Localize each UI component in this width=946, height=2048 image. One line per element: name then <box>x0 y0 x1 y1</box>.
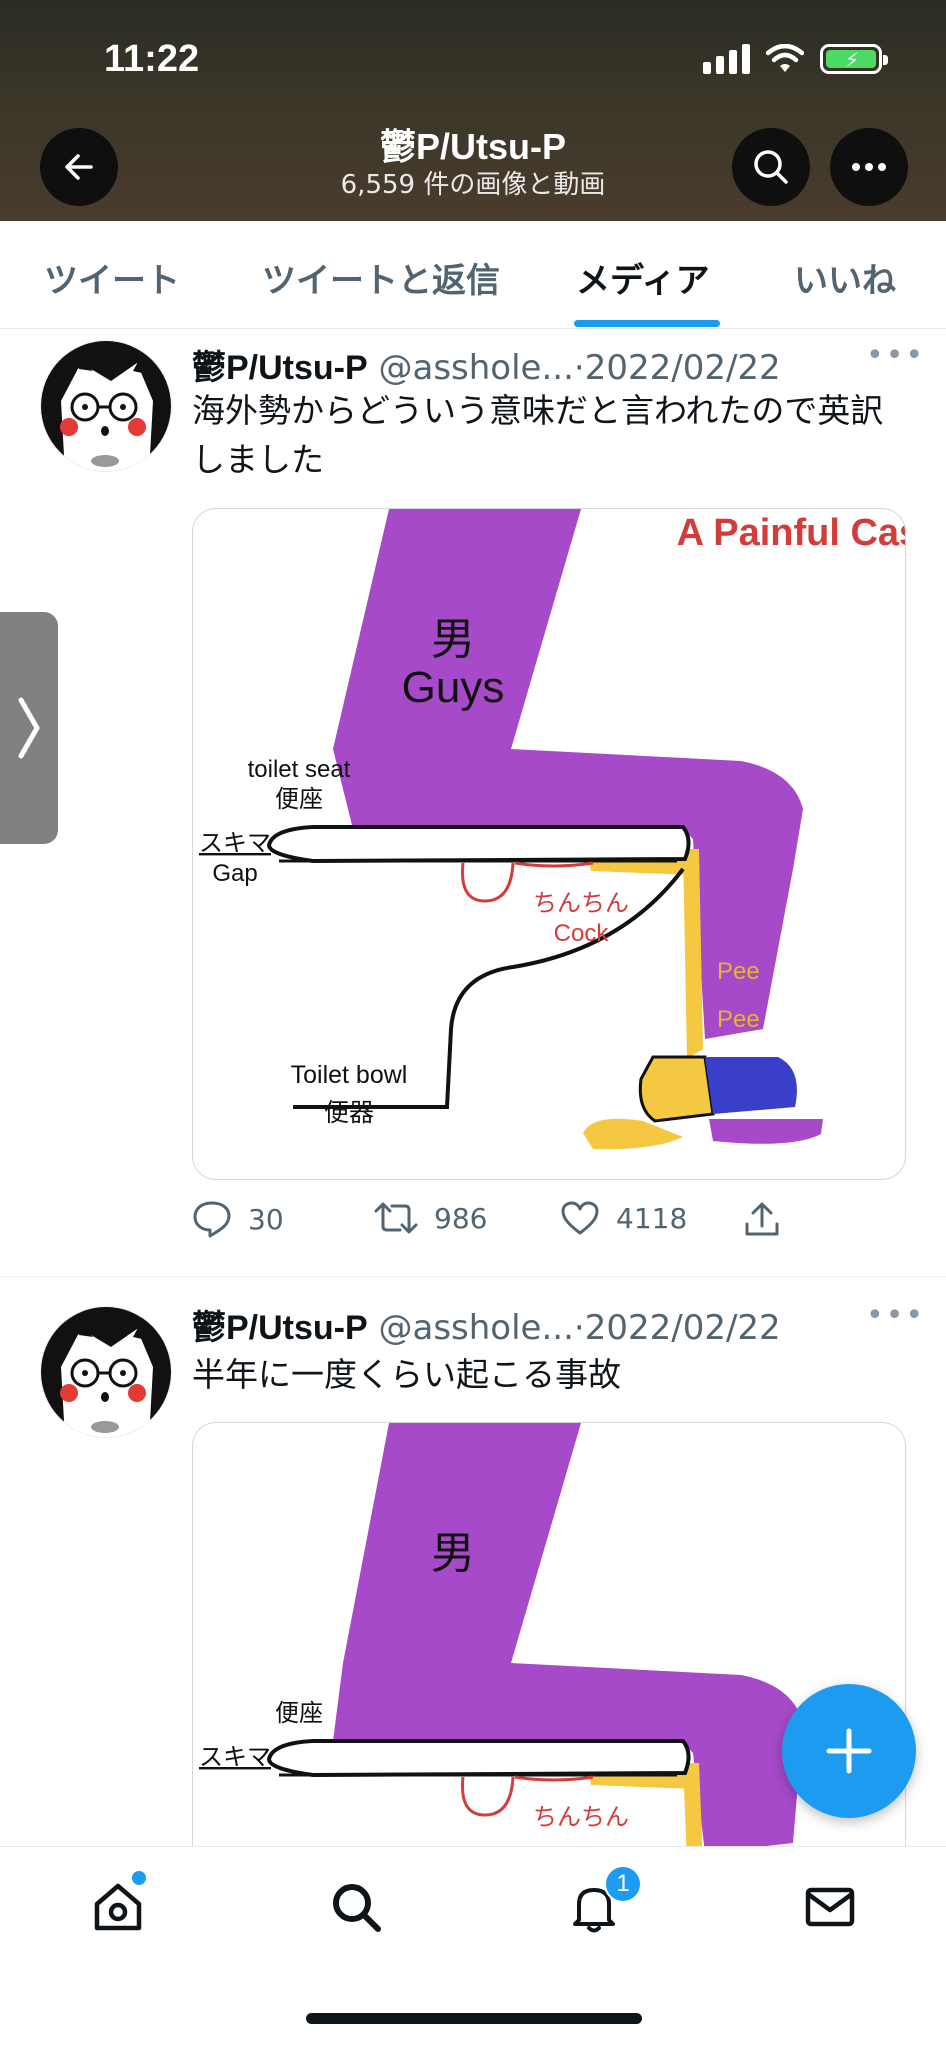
label-seat-en: toilet seat <box>248 756 351 783</box>
mail-icon <box>805 1887 855 1927</box>
search-icon <box>754 150 788 184</box>
home-icon <box>94 1883 142 1931</box>
home-indicator <box>306 2013 642 2024</box>
bottom-navigation: 1 <box>0 1846 946 2048</box>
label-bowl-jp: 便器 <box>324 1098 374 1127</box>
label-cock-en: Cock <box>554 920 610 947</box>
tweet-date[interactable]: 2022/02/22 <box>585 348 781 388</box>
retweet-button[interactable]: 986 <box>374 1200 487 1236</box>
tab-tweets-replies[interactable]: ツイートと返信 <box>262 253 500 302</box>
more-options-button[interactable] <box>830 128 908 206</box>
status-icons: ⚡ <box>703 44 888 74</box>
signal-icon <box>703 44 750 74</box>
status-time: 11:22 <box>104 38 200 80</box>
retweet-count: 986 <box>434 1201 488 1235</box>
tweet-more-button[interactable]: ••• <box>866 338 925 373</box>
like-button[interactable]: 4118 <box>560 1200 687 1236</box>
tweet-text: 海外勢からどういう意味だと言われたので英訳しました <box>192 391 884 479</box>
retweet-icon <box>374 1202 418 1234</box>
heart-icon <box>561 1201 599 1235</box>
tweet-header: 鬱P/Utsu-P @asshole...·2022/02/22 <box>192 340 781 389</box>
label-man-jp: 男 <box>431 614 475 665</box>
active-tab-indicator <box>574 320 720 327</box>
label-man-jp: 男 <box>431 1528 475 1579</box>
wifi-icon <box>766 44 804 72</box>
avatar[interactable] <box>40 340 172 472</box>
reply-count: 30 <box>248 1202 284 1236</box>
label-man-en: Guys <box>402 663 505 712</box>
reply-button[interactable]: 30 <box>192 1200 284 1238</box>
label-pee-1: Pee <box>717 958 760 985</box>
tab-media[interactable]: メディア <box>576 253 710 302</box>
nav-messages[interactable] <box>800 1877 860 1937</box>
separator-dot: · <box>573 1308 585 1348</box>
tweet-header: 鬱P/Utsu-P @asshole...·2022/02/22 <box>192 1300 781 1349</box>
label-gap-jp: スキマ <box>199 829 271 857</box>
home-unread-dot <box>132 1871 146 1885</box>
search-icon <box>333 1884 381 1932</box>
label-pee-2: Pee <box>717 1006 760 1033</box>
separator-dot: · <box>573 348 585 388</box>
nav-home[interactable] <box>88 1877 148 1937</box>
tweet-author-name[interactable]: 鬱P/Utsu-P <box>192 349 368 387</box>
tweet-image[interactable]: A Painful Case 男 Guys toilet seat 便座 スキマ… <box>192 508 906 1180</box>
compose-tweet-button[interactable] <box>782 1684 916 1818</box>
tweet-date[interactable]: 2022/02/22 <box>585 1308 781 1348</box>
like-count: 4118 <box>616 1201 688 1235</box>
tweet-text: 半年に一度くらい起こる事故 <box>192 1355 621 1394</box>
share-button[interactable] <box>744 1200 780 1238</box>
label-cock-jp: ちんちん <box>533 1803 629 1831</box>
more-icon <box>852 163 886 171</box>
label-cock-jp: ちんちん <box>533 889 629 917</box>
reply-icon <box>193 1201 231 1238</box>
tab-likes[interactable]: いいね <box>794 253 896 302</box>
tweet-divider <box>0 1276 946 1277</box>
notification-badge: 1 <box>604 1865 642 1903</box>
label-seat-jp: 便座 <box>275 1699 323 1727</box>
tab-tweets[interactable]: ツイート <box>44 253 180 302</box>
tweet[interactable]: 鬱P/Utsu-P @asshole...·2022/02/22 ••• 海外勢… <box>0 330 946 1276</box>
avatar[interactable] <box>40 1306 172 1438</box>
tweet-author-name[interactable]: 鬱P/Utsu-P <box>192 1309 368 1347</box>
tweet-author-handle[interactable]: @asshole... <box>379 348 574 388</box>
plus-icon <box>826 1728 872 1774</box>
tweet-more-button[interactable]: ••• <box>866 1298 925 1333</box>
battery-icon: ⚡ <box>820 44 888 74</box>
nav-search[interactable] <box>326 1877 386 1937</box>
share-icon <box>745 1202 779 1236</box>
profile-header: 11:22 ⚡ 鬱P/Utsu-P 6,559 件の画像と動画 <box>0 0 946 221</box>
search-button[interactable] <box>732 128 810 206</box>
label-bowl-en: Toilet bowl <box>291 1061 408 1089</box>
profile-tabs: ツイート ツイートと返信 メディア いいね <box>0 221 946 329</box>
image-title: A Painful Case <box>677 512 906 554</box>
label-gap-jp: スキマ <box>199 1743 271 1771</box>
tweet-author-handle[interactable]: @asshole... <box>379 1308 574 1348</box>
diagram-illustration: A Painful Case 男 Guys toilet seat 便座 スキマ… <box>199 509 906 1150</box>
label-seat-jp: 便座 <box>275 785 323 813</box>
label-gap-en: Gap <box>212 860 257 887</box>
tweet-actions: 30 986 4118 <box>192 1200 906 1244</box>
